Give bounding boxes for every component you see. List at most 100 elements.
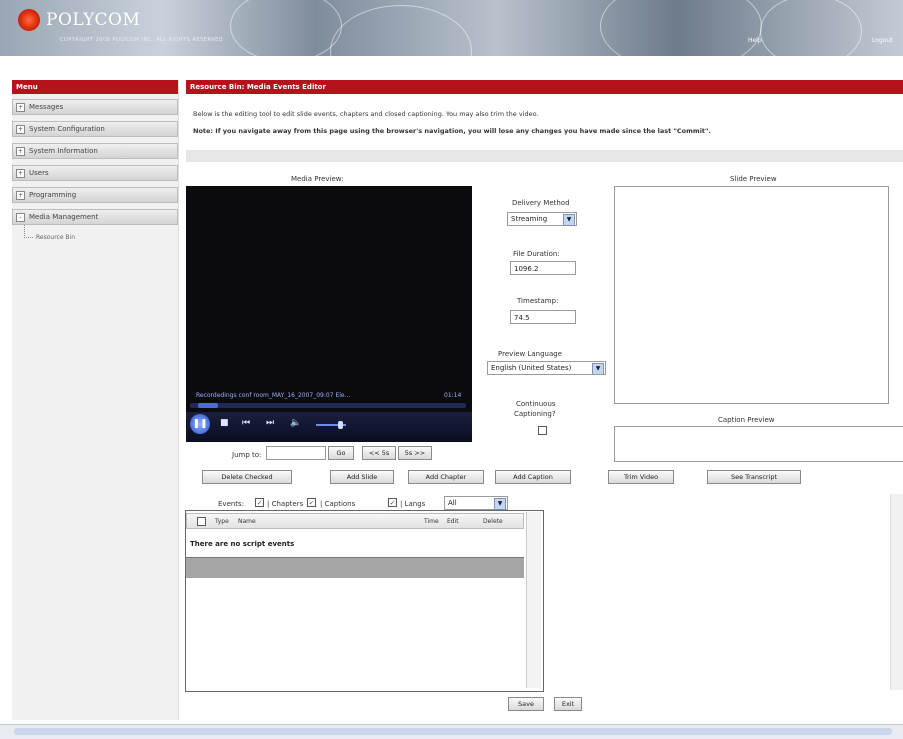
video-title: Recordedings conf room_MAY_16_2007_09:07…: [196, 392, 351, 399]
menu-item-label: Users: [29, 169, 49, 177]
menu-item-label: System Information: [29, 147, 98, 155]
back-5s-button[interactable]: << 5s: [362, 446, 396, 460]
events-checkbox[interactable]: ✓: [255, 498, 264, 507]
events-table-header: [186, 513, 524, 529]
menu-item-system-information[interactable]: + System Information: [12, 143, 178, 159]
add-slide-button[interactable]: Add Slide: [330, 470, 394, 484]
save-button[interactable]: Save: [508, 697, 544, 711]
horizontal-scrollbar[interactable]: [0, 724, 903, 739]
menu-item-users[interactable]: + Users: [12, 165, 178, 181]
video-time: 01:14: [444, 392, 462, 399]
column-edit[interactable]: Edit: [447, 518, 459, 525]
continuous-captioning-checkbox[interactable]: [538, 426, 547, 435]
delivery-method-label: Delivery Method: [512, 199, 570, 207]
forward-5s-button[interactable]: 5s >>: [398, 446, 432, 460]
chapters-filter-label: | Chapters: [267, 500, 304, 508]
expand-icon[interactable]: +: [16, 146, 25, 156]
stop-icon[interactable]: ■: [220, 418, 229, 428]
menu-item-messages[interactable]: + Messages: [12, 99, 178, 115]
chevron-down-icon[interactable]: ▼: [592, 363, 604, 374]
divider-band: [186, 150, 903, 162]
column-time[interactable]: Time: [424, 518, 439, 525]
menu-title: Menu: [12, 80, 178, 94]
trim-video-button[interactable]: Trim Video: [608, 470, 674, 484]
expand-icon[interactable]: +: [16, 124, 25, 134]
banner-decoration: [330, 5, 472, 56]
events-scrollbar[interactable]: [526, 512, 541, 688]
file-duration-label: File Duration:: [513, 250, 560, 258]
preview-language-label: Preview Language: [498, 350, 563, 358]
caption-preview-label: Caption Preview: [718, 416, 775, 424]
preview-language-value: English (United States): [491, 364, 572, 372]
expand-icon[interactable]: +: [16, 168, 25, 178]
note-text: Note: If you navigate away from this pag…: [193, 127, 711, 135]
seek-progress: [198, 403, 218, 408]
langs-select-value: All: [448, 499, 457, 507]
chapters-checkbox[interactable]: ✓: [307, 498, 316, 507]
delete-checked-button[interactable]: Delete Checked: [202, 470, 292, 484]
page-scrollbar[interactable]: [890, 494, 903, 690]
menu-item-programming[interactable]: + Programming: [12, 187, 178, 203]
preview-language-select[interactable]: English (United States) ▼: [487, 361, 606, 375]
column-name[interactable]: Name: [238, 518, 256, 525]
brand-name: POLYCOM: [46, 10, 141, 30]
langs-filter-label: | Langs: [400, 500, 426, 508]
delivery-method-value: Streaming: [511, 215, 548, 223]
polycom-logo-icon: [18, 9, 40, 31]
timestamp-field[interactable]: 74.5: [510, 310, 576, 324]
jump-to-input[interactable]: [266, 446, 326, 460]
help-link[interactable]: Help: [748, 37, 762, 44]
select-all-checkbox[interactable]: [197, 517, 206, 526]
description-text: Below is the editing tool to edit slide …: [193, 110, 539, 118]
menu-item-label: System Configuration: [29, 125, 105, 133]
delivery-method-select[interactable]: Streaming ▼: [507, 212, 577, 226]
logout-link[interactable]: Logout: [872, 37, 893, 44]
events-table-footer: [186, 557, 524, 578]
prev-icon[interactable]: ⏮: [242, 418, 250, 428]
next-icon[interactable]: ⏭: [266, 418, 274, 428]
expand-icon[interactable]: +: [16, 190, 25, 200]
play-icon[interactable]: ❚❚: [190, 414, 210, 434]
go-button[interactable]: Go: [328, 446, 354, 460]
slide-preview-label: Slide Preview: [730, 175, 777, 183]
seek-slider[interactable]: [190, 403, 466, 408]
banner-decoration: [230, 0, 342, 56]
add-chapter-button[interactable]: Add Chapter: [408, 470, 484, 484]
menu-item-label: Programming: [29, 191, 77, 199]
continuous-label: Continuous: [516, 400, 556, 408]
expand-icon[interactable]: +: [16, 102, 25, 112]
menu-item-system-configuration[interactable]: + System Configuration: [12, 121, 178, 137]
events-panel: [185, 510, 544, 692]
slide-preview-box: [614, 186, 889, 404]
collapse-icon[interactable]: -: [16, 212, 25, 222]
empty-events-message: There are no script events: [190, 540, 295, 548]
jump-to-label: Jump to:: [232, 451, 262, 459]
caption-preview-box: [614, 426, 903, 462]
copyright-text: COPYRIGHT 2008 POLYCOM INC. ALL RIGHTS R…: [60, 37, 224, 43]
menu-item-label: Media Management: [29, 213, 99, 221]
menu-item-media-management[interactable]: - Media Management: [12, 209, 178, 225]
media-preview-label: Media Preview:: [291, 175, 344, 183]
column-type[interactable]: Type: [215, 518, 229, 525]
captions-filter-label: | Captions: [320, 500, 356, 508]
volume-handle[interactable]: [338, 421, 343, 429]
menu-subitem-resource-bin[interactable]: Resource Bin: [36, 234, 75, 241]
column-delete[interactable]: Delete: [483, 518, 503, 525]
captions-checkbox[interactable]: ✓: [388, 498, 397, 507]
captioning-label: Captioning?: [514, 410, 556, 418]
chevron-down-icon[interactable]: ▼: [494, 498, 506, 510]
banner-decoration: [600, 0, 762, 56]
scrollbar-thumb[interactable]: [14, 728, 892, 735]
menu-item-label: Messages: [29, 103, 64, 111]
events-filter-label: Events:: [218, 500, 245, 508]
langs-select[interactable]: All ▼: [444, 496, 508, 510]
file-duration-field[interactable]: 1096.2: [510, 261, 576, 275]
tree-connector: [24, 225, 33, 238]
volume-icon[interactable]: 🔈: [290, 418, 301, 428]
see-transcript-button[interactable]: See Transcript: [707, 470, 801, 484]
chevron-down-icon[interactable]: ▼: [563, 214, 575, 226]
exit-button[interactable]: Exit: [554, 697, 582, 711]
page-title: Resource Bin: Media Events Editor: [186, 80, 903, 94]
volume-slider[interactable]: [316, 421, 346, 429]
add-caption-button[interactable]: Add Caption: [495, 470, 571, 484]
